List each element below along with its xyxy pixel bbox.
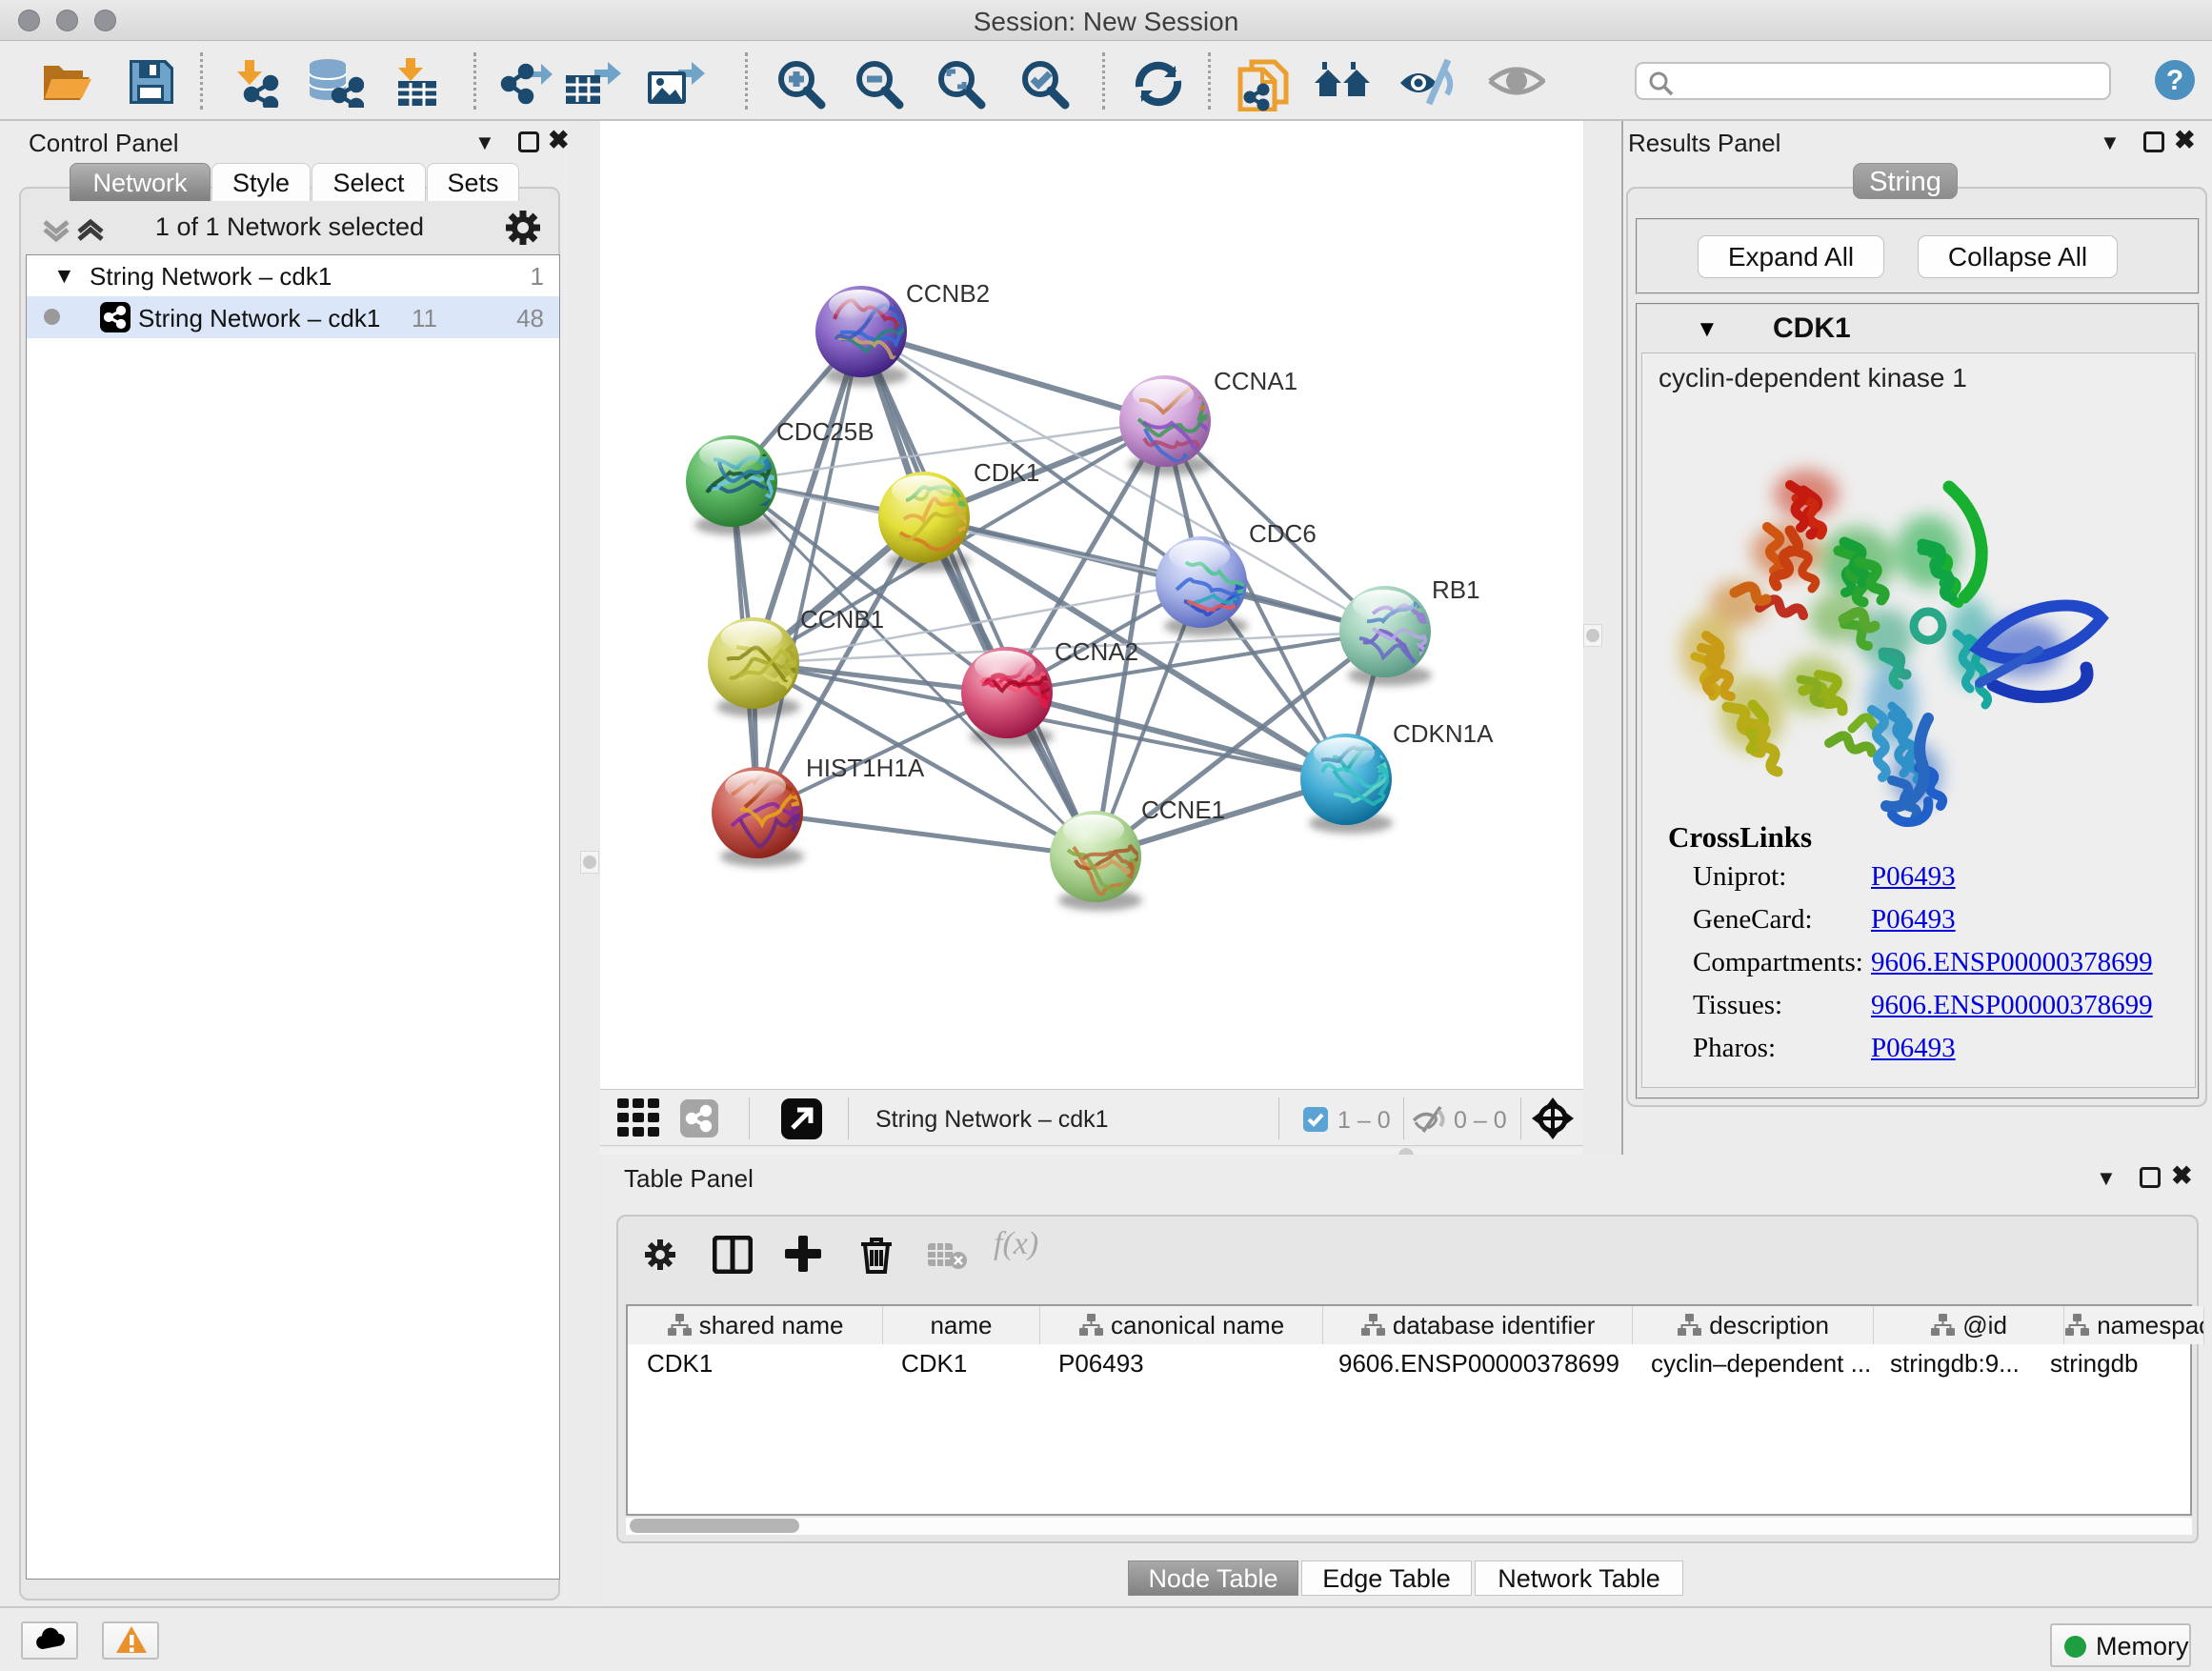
svg-text:CDKN1A: CDKN1A [1393,719,1494,748]
svg-text:CDK1: CDK1 [974,458,1039,487]
svg-text:HIST1H1A: HIST1H1A [806,754,925,782]
svg-text:CDC6: CDC6 [1249,519,1317,548]
svg-text:CCNA2: CCNA2 [1055,637,1138,666]
svg-text:CCNE1: CCNE1 [1141,795,1225,824]
svg-text:CDC25B: CDC25B [776,417,875,446]
svg-text:CCNB2: CCNB2 [906,279,990,308]
svg-text:RB1: RB1 [1432,575,1480,604]
svg-text:CCNA1: CCNA1 [1214,367,1297,395]
svg-text:?: ? [2166,65,2183,96]
svg-text:CCNB1: CCNB1 [800,605,884,634]
